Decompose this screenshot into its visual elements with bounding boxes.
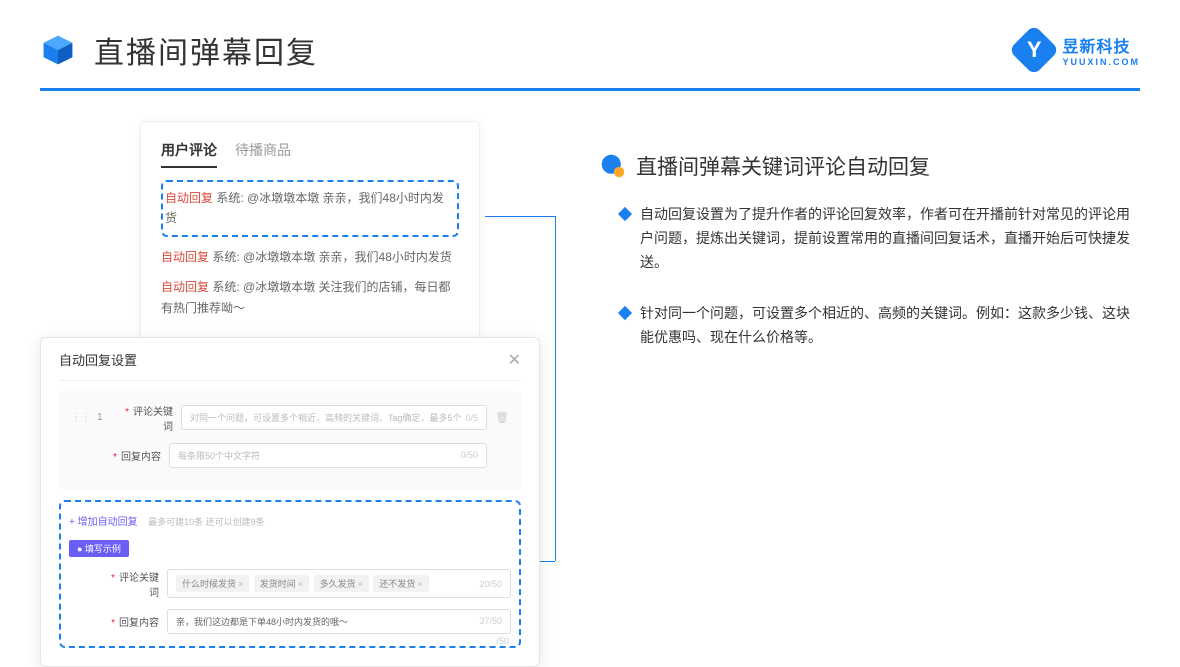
ex-content-text: 亲，我们这边都是下单48小时内发货的哦～ — [176, 615, 348, 628]
tab-comments[interactable]: 用户评论 — [161, 140, 217, 168]
trash-icon[interactable]: 🗑 — [495, 411, 509, 424]
right-column: 直播间弹幕关键词评论自动回复 自动回复设置为了提升作者的评论回复效率，作者可在开… — [600, 121, 1140, 667]
comment-row: 自动回复 系统: @冰墩墩本墩 关注我们的店铺，每日都有热门推荐呦～ — [161, 277, 459, 318]
counter: 0/50 — [460, 450, 478, 460]
form-area: ⋮⋮ 1 *评论关键词 对同一个问题，可设置多个相近、高频的关键词，Tag确定，… — [59, 391, 521, 490]
bullet-text: 针对同一个问题，可设置多个相近的、高频的关键词。例如：这款多少钱、这块能优惠吗、… — [640, 302, 1140, 350]
bullet-item: 自动回复设置为了提升作者的评论回复效率，作者可在开播前针对常见的评论用户问题，提… — [620, 203, 1140, 274]
content-input[interactable]: 每条限50个中文字符 0/50 — [169, 443, 487, 468]
tag-chip[interactable]: 多久发货× — [314, 575, 369, 592]
settings-title: 自动回复设置 — [59, 350, 137, 369]
settings-header: 自动回复设置 ✕ — [59, 350, 521, 381]
counter: 0/5 — [465, 413, 478, 423]
page-title: 直播间弹幕回复 — [94, 28, 318, 72]
bullet-text: 自动回复设置为了提升作者的评论回复效率，作者可在开播前针对常见的评论用户问题，提… — [640, 203, 1140, 274]
bullet-item: 针对同一个问题，可设置多个相近的、高频的关键词。例如：这款多少钱、这块能优惠吗、… — [620, 302, 1140, 350]
comment-row: 自动回复 系统: @冰墩墩本墩 亲亲，我们48小时内发货 — [165, 188, 455, 229]
comments-panel: 用户评论 待播商品 自动回复 系统: @冰墩墩本墩 亲亲，我们48小时内发货 自… — [140, 121, 480, 347]
subtitle: 直播间弹幕关键词评论自动回复 — [636, 151, 930, 181]
placeholder: 每条限50个中文字符 — [178, 449, 260, 462]
placeholder: 对同一个问题，可设置多个相近、高频的关键词，Tag确定，最多5个 — [190, 411, 462, 424]
content: 用户评论 待播商品 自动回复 系统: @冰墩墩本墩 亲亲，我们48小时内发货 自… — [0, 121, 1180, 667]
auto-reply-tag: 自动回复 — [161, 250, 209, 264]
connector-line — [485, 216, 555, 217]
auto-reply-tag: 自动回复 — [165, 191, 213, 205]
keyword-label: *评论关键词 — [117, 403, 173, 433]
example-badge: ● 填写示例 — [69, 540, 129, 557]
header-left: 直播间弹幕回复 — [40, 28, 318, 72]
highlighted-comment: 自动回复 系统: @冰墩墩本墩 亲亲，我们48小时内发货 — [161, 180, 459, 237]
brand: Y 昱新科技 YUUXIN.COM — [1016, 32, 1140, 68]
comment-row: 自动回复 系统: @冰墩墩本墩 亲亲，我们48小时内发货 — [161, 247, 459, 267]
extra-counter: /50 — [496, 636, 509, 646]
ex-keyword-label: *评论关键词 — [103, 569, 159, 599]
close-icon[interactable]: ✕ — [508, 350, 521, 370]
cube-icon — [40, 32, 76, 68]
tab-products[interactable]: 待播商品 — [235, 140, 291, 168]
add-reply-link[interactable]: + 增加自动回复 — [69, 517, 138, 528]
brand-name: 昱新科技 — [1062, 39, 1130, 56]
tag-chip[interactable]: 什么时候发货× — [176, 575, 249, 592]
form-row-content: *回复内容 每条限50个中文字符 0/50 — [71, 443, 509, 468]
brand-domain: YUUXIN.COM — [1062, 57, 1140, 67]
drag-handle-icon[interactable]: ⋮⋮ — [71, 412, 91, 423]
form-row-keyword: ⋮⋮ 1 *评论关键词 对同一个问题，可设置多个相近、高频的关键词，Tag确定，… — [71, 403, 509, 433]
brand-icon: Y — [1009, 25, 1060, 76]
tag-chip[interactable]: 发货时间× — [254, 575, 309, 592]
auto-reply-tag: 自动回复 — [161, 280, 209, 294]
ex-keyword-input[interactable]: 什么时候发货× 发货时间× 多久发货× 还不发货× 20/50 — [167, 569, 511, 598]
add-hint: 最多可建10条 还可以创建9条 — [148, 517, 265, 527]
connector-line — [555, 216, 556, 561]
tag-chip[interactable]: 还不发货× — [373, 575, 428, 592]
chat-bubble-icon — [600, 153, 626, 179]
ex-content-input[interactable]: 亲，我们这边都是下单48小时内发货的哦～ 37/50 — [167, 609, 511, 634]
counter: 37/50 — [479, 616, 502, 626]
brand-text: 昱新科技 YUUXIN.COM — [1062, 33, 1140, 67]
counter: 20/50 — [479, 579, 502, 589]
left-column: 用户评论 待播商品 自动回复 系统: @冰墩墩本墩 亲亲，我们48小时内发货 自… — [40, 121, 560, 667]
subtitle-row: 直播间弹幕关键词评论自动回复 — [600, 151, 1140, 181]
keyword-input[interactable]: 对同一个问题，可设置多个相近、高频的关键词，Tag确定，最多5个 0/5 — [181, 405, 487, 430]
diamond-icon — [618, 207, 632, 221]
example-row-content: *回复内容 亲，我们这边都是下单48小时内发货的哦～ 37/50 — [69, 609, 511, 634]
example-box: + 增加自动回复 最多可建10条 还可以创建9条 ● 填写示例 *评论关键词 什… — [59, 500, 521, 648]
header: 直播间弹幕回复 Y 昱新科技 YUUXIN.COM — [0, 0, 1180, 88]
content-label: *回复内容 — [105, 448, 161, 463]
tabs: 用户评论 待播商品 — [161, 140, 459, 168]
ex-content-label: *回复内容 — [103, 614, 159, 629]
settings-panel: 自动回复设置 ✕ ⋮⋮ 1 *评论关键词 对同一个问题，可设置多个相近、高频的关… — [40, 337, 540, 667]
divider — [40, 88, 1140, 91]
diamond-icon — [618, 306, 632, 320]
row-number: 1 — [97, 412, 117, 423]
example-row-keyword: *评论关键词 什么时候发货× 发货时间× 多久发货× 还不发货× 20/50 — [69, 569, 511, 599]
comment-text: 系统: @冰墩墩本墩 亲亲，我们48小时内发货 — [212, 250, 452, 264]
